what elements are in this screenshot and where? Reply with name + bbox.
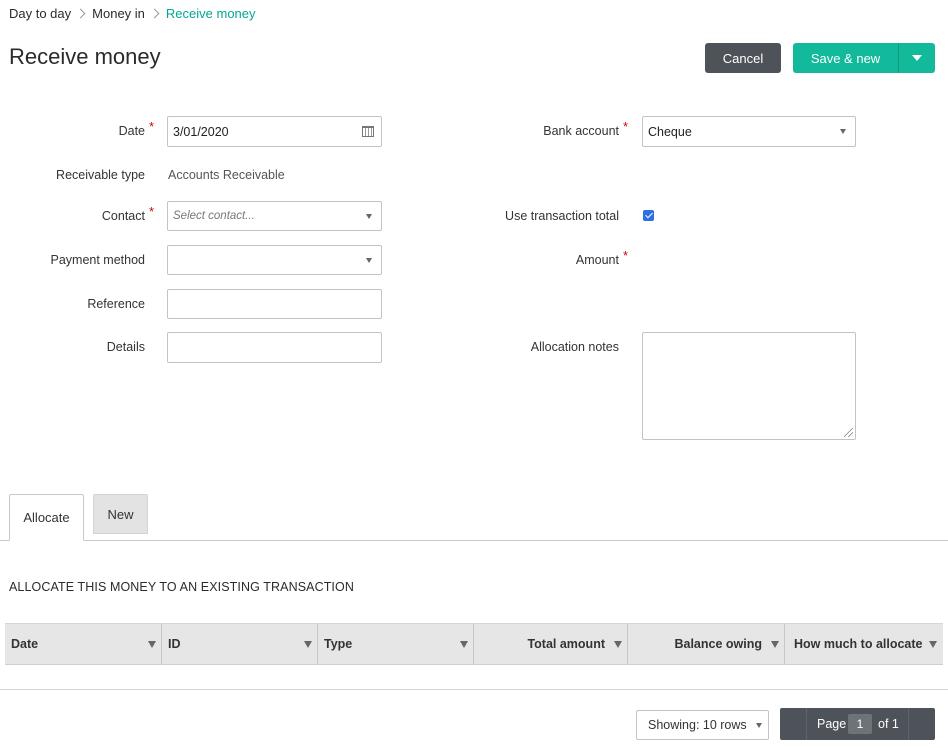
contact-placeholder: Select contact...	[173, 210, 255, 222]
column-header-label: ID	[168, 637, 181, 651]
cancel-button[interactable]: Cancel	[705, 43, 781, 73]
column-header-id[interactable]: ID	[161, 624, 317, 664]
tab-allocate[interactable]: Allocate	[9, 494, 84, 541]
required-marker: *	[149, 119, 155, 134]
chevron-right-icon	[75, 8, 86, 18]
payment-method-label: Payment method	[50, 253, 146, 267]
breadcrumb-current: Receive money	[165, 5, 256, 21]
bank-account-select[interactable]: Cheque	[642, 116, 856, 147]
chevron-down-icon	[366, 213, 372, 219]
column-header-label: Date	[11, 637, 39, 651]
column-header-label: Balance owing	[674, 637, 762, 651]
details-label: Details	[106, 340, 145, 354]
amount-label: Amount	[575, 253, 619, 267]
required-marker: *	[149, 204, 155, 219]
filter-icon[interactable]	[771, 640, 779, 648]
filter-icon[interactable]	[929, 640, 937, 648]
column-header-total-amount[interactable]: Total amount	[473, 624, 627, 664]
bank-account-value: Cheque	[648, 124, 692, 139]
pagination: Page 1 of 1	[780, 708, 935, 740]
previous-page-button[interactable]	[780, 708, 807, 740]
checkmark-icon	[644, 210, 653, 219]
caret-down-icon	[912, 55, 922, 61]
details-input[interactable]	[167, 332, 382, 363]
breadcrumb: Day to day Money in Receive money	[9, 5, 256, 21]
filter-icon[interactable]	[460, 640, 468, 648]
receivable-type-label: Receivable type	[56, 168, 145, 182]
contact-label: Contact	[101, 209, 145, 223]
column-header-balance-owing[interactable]: Balance owing	[627, 624, 784, 664]
next-page-button[interactable]	[908, 708, 935, 740]
receivable-type-value: Accounts Receivable	[168, 168, 285, 182]
required-marker: *	[623, 248, 629, 263]
allocation-table-header: Date ID Type Total amount Balance owing …	[5, 623, 943, 665]
payment-method-select[interactable]	[167, 245, 382, 275]
column-header-label: Total amount	[527, 637, 605, 651]
contact-select[interactable]: Select contact...	[167, 201, 382, 231]
date-field[interactable]: 3/01/2020	[167, 116, 382, 147]
column-header-label: Type	[324, 637, 353, 651]
page-title: Receive money	[9, 44, 161, 69]
column-header-how-much-to-allocate[interactable]: How much to allocate	[784, 624, 942, 664]
tab-divider	[0, 540, 948, 541]
page-count-label: of 1	[878, 717, 899, 731]
required-marker: *	[623, 119, 629, 134]
allocation-notes-textarea[interactable]	[642, 332, 856, 440]
allocate-section-title: ALLOCATE THIS MONEY TO AN EXISTING TRANS…	[9, 580, 354, 594]
chevron-right-icon	[149, 8, 160, 18]
rows-per-page-select[interactable]: Showing: 10 rows	[636, 710, 769, 740]
bank-account-label: Bank account	[543, 124, 619, 138]
chevron-down-icon	[366, 257, 372, 263]
save-options-dropdown[interactable]	[898, 43, 935, 73]
reference-input[interactable]	[167, 289, 382, 319]
allocation-notes-label: Allocation notes	[530, 340, 619, 354]
resize-handle-icon[interactable]	[844, 428, 853, 437]
breadcrumb-day-to-day[interactable]: Day to day	[9, 6, 71, 21]
calendar-icon[interactable]	[362, 126, 374, 137]
use-transaction-total-checkbox[interactable]	[643, 210, 654, 221]
column-header-date[interactable]: Date	[5, 624, 161, 664]
page-label: Page	[817, 717, 847, 731]
filter-icon[interactable]	[304, 640, 312, 648]
chevron-down-icon	[840, 129, 846, 134]
reference-label: Reference	[87, 297, 145, 311]
save-and-new-button[interactable]: Save & new	[793, 43, 898, 73]
chevron-down-icon	[756, 722, 762, 728]
filter-icon[interactable]	[148, 640, 156, 648]
rows-per-page-value: Showing: 10 rows	[648, 718, 747, 732]
breadcrumb-money-in[interactable]: Money in	[92, 6, 145, 21]
page-number-input[interactable]: 1	[848, 714, 872, 734]
column-header-label: How much to allocate	[794, 637, 923, 651]
date-label: Date	[118, 124, 145, 138]
use-transaction-total-label: Use transaction total	[505, 209, 619, 223]
date-value: 3/01/2020	[173, 124, 229, 139]
table-bottom-divider	[0, 689, 948, 690]
column-header-type[interactable]: Type	[317, 624, 473, 664]
filter-icon[interactable]	[614, 640, 622, 648]
tab-new[interactable]: New	[93, 494, 148, 534]
